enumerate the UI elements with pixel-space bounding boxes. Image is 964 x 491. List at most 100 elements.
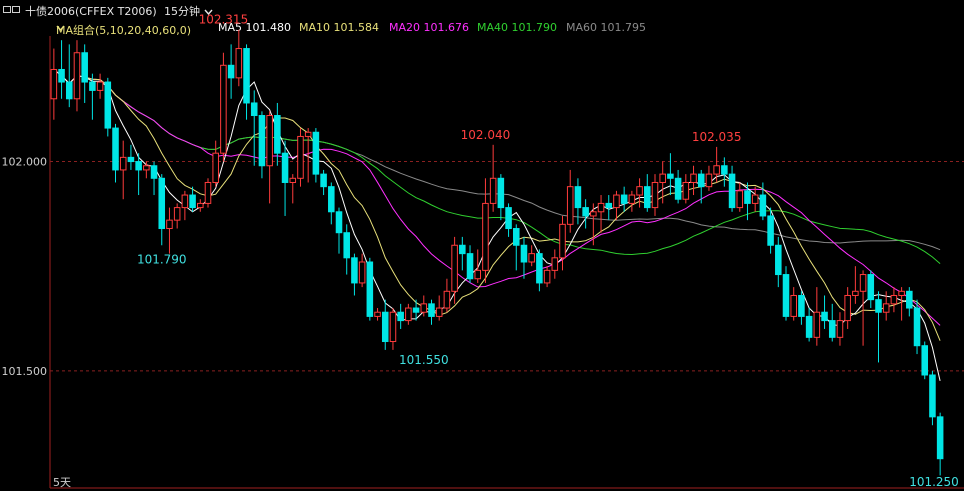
candle [690,165,697,196]
candle [929,370,936,426]
candle [790,287,797,321]
candle [659,161,666,204]
candle-body [351,257,358,284]
candle [204,178,212,208]
candle [335,207,343,254]
candle [397,303,404,329]
candle-body [258,115,266,167]
days-label: 5天 [53,476,71,489]
candle-body [358,261,366,284]
candle-body [405,307,412,322]
candle-body [482,202,489,271]
candle [813,287,821,346]
y-tick-label: 101.500 [2,365,48,378]
candle [343,224,350,275]
candle-body [489,177,497,204]
candle [751,186,759,212]
candle-body [150,165,158,179]
candle [358,253,366,288]
candle [166,207,173,254]
candle-body [96,81,104,91]
candle-body [674,177,682,200]
candle [366,257,374,321]
candle-body [297,135,304,179]
candle [474,249,482,283]
candle [227,44,235,99]
candle-body [135,161,142,171]
candle-body [212,152,219,183]
candle [651,174,659,216]
candle [297,128,304,187]
candle-body [466,253,474,280]
candle-body [243,48,250,104]
candle-body [320,173,327,188]
candle [798,291,805,325]
candle-body [821,311,828,322]
candle [520,236,528,279]
candle [867,270,875,309]
candle [405,303,412,325]
candle-body [813,311,821,338]
candle-body [782,274,790,317]
candle-body [73,52,81,100]
candle-body [636,186,643,196]
candle [65,44,73,108]
candle-body [220,64,227,154]
candle [512,224,520,271]
candle-body [590,211,597,217]
candle-body [312,131,320,175]
candle-body [119,156,127,171]
candle-body [443,290,451,309]
candle-body [281,152,289,183]
candle-body [697,173,705,188]
candle-body [682,181,690,200]
candle [936,412,944,476]
ma40-line [53,69,941,264]
candle-body [397,311,404,322]
candle-body [651,181,659,209]
price-annotation: 101.250 [909,475,959,489]
candle-body [767,215,774,246]
candle [667,153,674,196]
candle [489,144,497,212]
candle [582,199,589,229]
candle [782,266,790,321]
candle-body [852,290,859,296]
candle [775,236,782,288]
candle [705,165,713,191]
candle-body [574,186,582,209]
candle [81,44,88,103]
candle-body [235,48,243,79]
candle [143,161,150,179]
candle [890,287,898,313]
candle-body [628,194,636,204]
candle [466,245,474,283]
candle [597,195,605,233]
candle [551,249,559,279]
price-annotation: 102.040 [461,128,511,142]
candle-body [898,290,905,296]
candle-body [412,307,420,313]
candle [497,174,505,221]
candle-body [890,294,898,305]
candle-body [913,307,921,347]
candle-body [81,52,88,83]
candle [613,190,620,221]
candle-body [304,131,312,137]
candle-body [744,190,751,204]
candle-body [127,156,135,163]
candle [243,44,250,120]
candle [859,270,867,346]
candle [312,128,320,183]
candle [351,253,358,296]
candle [181,190,189,221]
candle-body [875,299,882,313]
candlestick-chart: 102.000 101.500 102.315 101.790 102.040 101.5… [2,13,964,489]
candle-body [181,194,189,209]
candle-body [459,244,466,255]
candle-body [50,68,58,100]
candle-body [582,207,589,217]
y-tick-label: 102.000 [2,156,48,169]
candle-body [227,64,235,79]
price-annotation: 102.315 [199,13,249,27]
